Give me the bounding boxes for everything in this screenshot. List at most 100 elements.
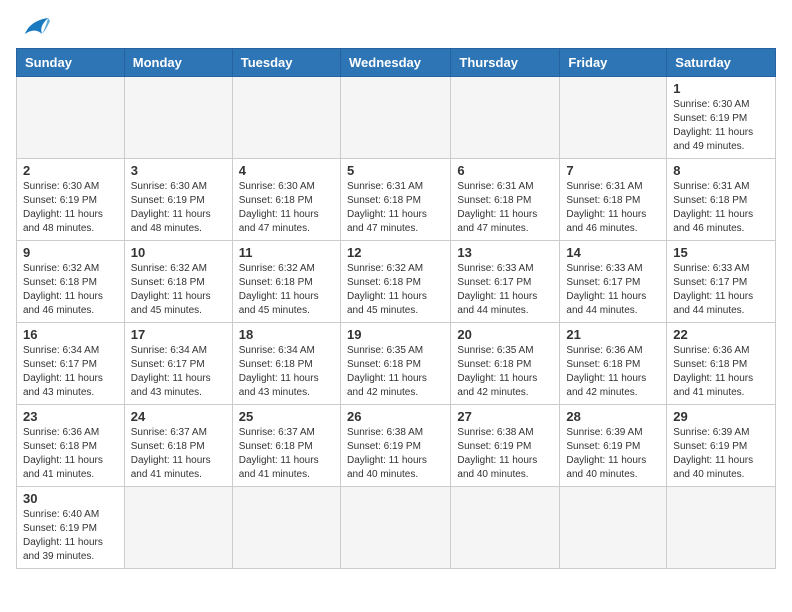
day-number: 6: [457, 163, 553, 178]
calendar-cell: 4 Sunrise: 6:30 AM Sunset: 6:18 PM Daylig…: [232, 159, 340, 241]
day-info: Sunrise: 6:32 AM Sunset: 6:18 PM Dayligh…: [23, 262, 118, 318]
day-number: 28: [566, 409, 660, 424]
day-number: 19: [347, 327, 444, 342]
day-info: Sunrise: 6:34 AM Sunset: 6:17 PM Dayligh…: [23, 344, 118, 400]
day-number: 8: [673, 163, 769, 178]
day-info: Sunrise: 6:31 AM Sunset: 6:18 PM Dayligh…: [347, 180, 444, 236]
calendar-cell: 22 Sunrise: 6:36 AM Sunset: 6:18 PM Dayli…: [667, 323, 776, 405]
day-info: Sunrise: 6:30 AM Sunset: 6:19 PM Dayligh…: [131, 180, 226, 236]
calendar-cell: [451, 77, 560, 159]
calendar-cell: 6 Sunrise: 6:31 AM Sunset: 6:18 PM Daylig…: [451, 159, 560, 241]
calendar-cell: 11 Sunrise: 6:32 AM Sunset: 6:18 PM Dayli…: [232, 241, 340, 323]
calendar-cell: 5Sunrise: 6:31 AM Sunset: 6:18 PM Daylig…: [340, 159, 450, 241]
calendar-cell: 19 Sunrise: 6:35 AM Sunset: 6:18 PM Dayli…: [340, 323, 450, 405]
day-info: Sunrise: 6:37 AM Sunset: 6:18 PM Dayligh…: [131, 426, 226, 482]
calendar-cell: 1 Sunrise: 6:30 AM Sunset: 6:19 PM Daylig…: [667, 77, 776, 159]
calendar-cell: [17, 77, 125, 159]
day-number: 10: [131, 245, 226, 260]
calendar-cell: [232, 77, 340, 159]
day-number: 18: [239, 327, 334, 342]
day-number: 13: [457, 245, 553, 260]
header-thursday: Thursday: [451, 49, 560, 77]
calendar-cell: [560, 487, 667, 569]
day-info: Sunrise: 6:31 AM Sunset: 6:18 PM Dayligh…: [566, 180, 660, 236]
day-info: Sunrise: 6:32 AM Sunset: 6:18 PM Dayligh…: [239, 262, 334, 318]
calendar-cell: 14Sunrise: 6:33 AM Sunset: 6:17 PM Dayli…: [560, 241, 667, 323]
day-info: Sunrise: 6:31 AM Sunset: 6:18 PM Dayligh…: [457, 180, 553, 236]
logo-bird-icon: [20, 16, 50, 38]
day-number: 15: [673, 245, 769, 260]
header: [16, 16, 776, 38]
day-info: Sunrise: 6:30 AM Sunset: 6:19 PM Dayligh…: [673, 98, 769, 154]
day-info: Sunrise: 6:36 AM Sunset: 6:18 PM Dayligh…: [673, 344, 769, 400]
header-wednesday: Wednesday: [340, 49, 450, 77]
day-number: 22: [673, 327, 769, 342]
calendar-cell: 21 Sunrise: 6:36 AM Sunset: 6:18 PM Dayli…: [560, 323, 667, 405]
calendar-cell: [560, 77, 667, 159]
calendar-cell: 13 Sunrise: 6:33 AM Sunset: 6:17 PM Dayli…: [451, 241, 560, 323]
calendar-cell: [340, 487, 450, 569]
calendar-cell: 8 Sunrise: 6:31 AM Sunset: 6:18 PM Daylig…: [667, 159, 776, 241]
calendar-cell: [124, 487, 232, 569]
day-info: Sunrise: 6:31 AM Sunset: 6:18 PM Dayligh…: [673, 180, 769, 236]
calendar-week-3: 9 Sunrise: 6:32 AM Sunset: 6:18 PM Daylig…: [17, 241, 776, 323]
calendar-cell: 10 Sunrise: 6:32 AM Sunset: 6:18 PM Dayli…: [124, 241, 232, 323]
calendar-cell: 24Sunrise: 6:37 AM Sunset: 6:18 PM Dayli…: [124, 405, 232, 487]
calendar-cell: 28 Sunrise: 6:39 AM Sunset: 6:19 PM Dayli…: [560, 405, 667, 487]
day-number: 30: [23, 491, 118, 506]
day-number: 16: [23, 327, 118, 342]
day-info: Sunrise: 6:33 AM Sunset: 6:17 PM Dayligh…: [457, 262, 553, 318]
day-number: 25: [239, 409, 334, 424]
day-info: Sunrise: 6:38 AM Sunset: 6:19 PM Dayligh…: [457, 426, 553, 482]
day-info: Sunrise: 6:30 AM Sunset: 6:18 PM Dayligh…: [239, 180, 334, 236]
logo-text: [16, 16, 50, 38]
day-number: 1: [673, 81, 769, 96]
day-number: 9: [23, 245, 118, 260]
calendar-cell: 23 Sunrise: 6:36 AM Sunset: 6:18 PM Dayli…: [17, 405, 125, 487]
day-number: 14: [566, 245, 660, 260]
calendar-header-row: SundayMondayTuesdayWednesdayThursdayFrid…: [17, 49, 776, 77]
day-info: Sunrise: 6:37 AM Sunset: 6:18 PM Dayligh…: [239, 426, 334, 482]
day-number: 27: [457, 409, 553, 424]
day-number: 3: [131, 163, 226, 178]
calendar-cell: 17 Sunrise: 6:34 AM Sunset: 6:17 PM Dayli…: [124, 323, 232, 405]
calendar-cell: 15 Sunrise: 6:33 AM Sunset: 6:17 PM Dayli…: [667, 241, 776, 323]
day-info: Sunrise: 6:34 AM Sunset: 6:17 PM Dayligh…: [131, 344, 226, 400]
day-info: Sunrise: 6:36 AM Sunset: 6:18 PM Dayligh…: [23, 426, 118, 482]
calendar-week-6: 30Sunrise: 6:40 AM Sunset: 6:19 PM Dayli…: [17, 487, 776, 569]
calendar-cell: [667, 487, 776, 569]
logo: [16, 16, 50, 38]
day-number: 11: [239, 245, 334, 260]
calendar-cell: [340, 77, 450, 159]
day-number: 21: [566, 327, 660, 342]
day-number: 17: [131, 327, 226, 342]
calendar: SundayMondayTuesdayWednesdayThursdayFrid…: [16, 48, 776, 569]
day-info: Sunrise: 6:36 AM Sunset: 6:18 PM Dayligh…: [566, 344, 660, 400]
day-info: Sunrise: 6:39 AM Sunset: 6:19 PM Dayligh…: [673, 426, 769, 482]
day-number: 4: [239, 163, 334, 178]
calendar-cell: 2 Sunrise: 6:30 AM Sunset: 6:19 PM Daylig…: [17, 159, 125, 241]
calendar-cell: [451, 487, 560, 569]
calendar-cell: 18Sunrise: 6:34 AM Sunset: 6:18 PM Dayli…: [232, 323, 340, 405]
day-number: 29: [673, 409, 769, 424]
header-monday: Monday: [124, 49, 232, 77]
day-number: 2: [23, 163, 118, 178]
day-info: Sunrise: 6:35 AM Sunset: 6:18 PM Dayligh…: [347, 344, 444, 400]
day-info: Sunrise: 6:32 AM Sunset: 6:18 PM Dayligh…: [131, 262, 226, 318]
day-number: 7: [566, 163, 660, 178]
day-number: 26: [347, 409, 444, 424]
day-info: Sunrise: 6:35 AM Sunset: 6:18 PM Dayligh…: [457, 344, 553, 400]
calendar-cell: 26 Sunrise: 6:38 AM Sunset: 6:19 PM Dayli…: [340, 405, 450, 487]
day-info: Sunrise: 6:39 AM Sunset: 6:19 PM Dayligh…: [566, 426, 660, 482]
header-saturday: Saturday: [667, 49, 776, 77]
day-info: Sunrise: 6:38 AM Sunset: 6:19 PM Dayligh…: [347, 426, 444, 482]
day-number: 23: [23, 409, 118, 424]
calendar-cell: [232, 487, 340, 569]
header-tuesday: Tuesday: [232, 49, 340, 77]
day-info: Sunrise: 6:30 AM Sunset: 6:19 PM Dayligh…: [23, 180, 118, 236]
day-info: Sunrise: 6:33 AM Sunset: 6:17 PM Dayligh…: [673, 262, 769, 318]
calendar-cell: [124, 77, 232, 159]
calendar-cell: 27 Sunrise: 6:38 AM Sunset: 6:19 PM Dayli…: [451, 405, 560, 487]
calendar-cell: 12Sunrise: 6:32 AM Sunset: 6:18 PM Dayli…: [340, 241, 450, 323]
header-sunday: Sunday: [17, 49, 125, 77]
